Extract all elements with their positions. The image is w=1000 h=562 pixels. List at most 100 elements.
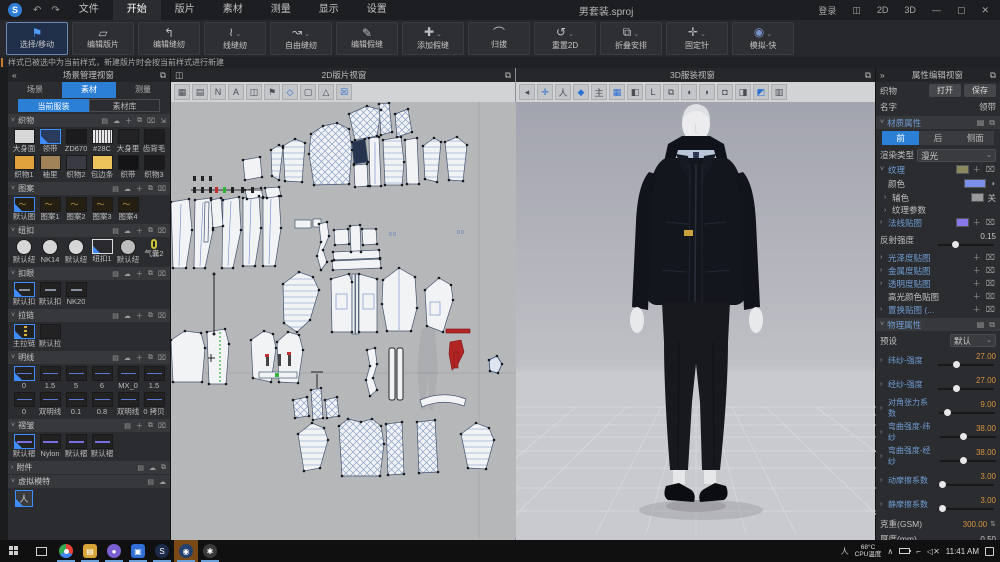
section-physical-props[interactable]: ˅ 物理属性 ▤ ⧉	[876, 318, 1000, 331]
fabric-item-selected[interactable]: 领带	[37, 129, 63, 153]
folder-icon[interactable]: ▤	[123, 422, 132, 430]
folder-icon[interactable]: ▤	[100, 117, 109, 125]
add-icon[interactable]: ＋	[972, 217, 982, 228]
undo-icon[interactable]: ↶	[28, 5, 46, 16]
trash-icon[interactable]: ⌧	[157, 270, 167, 278]
menu-measure[interactable]: 测量	[257, 0, 305, 20]
metal-map-row[interactable]: ›金属度贴图 ＋ ⌧	[876, 264, 1000, 277]
color-swatch[interactable]	[964, 179, 986, 188]
fabric-item[interactable]: 包边条	[89, 155, 115, 179]
folder-icon[interactable]: ▤	[111, 354, 120, 362]
trash-icon[interactable]: ⌧	[157, 422, 167, 430]
taskbar-app-explorer[interactable]: ▤	[78, 540, 102, 562]
section-buttonhole[interactable]: ˅ 扣眼 ▤ ☁ ＋ ⧉ ⌧	[8, 267, 170, 280]
copy-icon[interactable]: ⧉	[160, 464, 167, 472]
add-icon[interactable]: ＋	[972, 304, 982, 315]
topstitch-item[interactable]: 6	[89, 366, 115, 390]
minimize-button[interactable]: —	[925, 5, 948, 15]
pattern-item-selected[interactable]: 默认图	[11, 197, 37, 221]
topstitch-item[interactable]: 0.8	[89, 392, 115, 416]
close-button[interactable]: ✕	[974, 5, 996, 16]
tool-edit-sewing[interactable]: ↰ 编辑缝纫	[138, 22, 200, 55]
add-icon[interactable]: ＋	[135, 226, 144, 236]
copy-icon[interactable]: ⧉	[147, 270, 154, 278]
button-item[interactable]: 气囊2	[141, 239, 167, 264]
mesh-cube-icon[interactable]: ▦	[609, 84, 625, 100]
cloud-icon[interactable]: ☁	[123, 185, 132, 193]
pleat-item-selected[interactable]: 默认褶	[11, 434, 37, 458]
cloud-icon[interactable]: ☁	[123, 227, 132, 235]
collapse-icon[interactable]: ◂	[519, 84, 535, 100]
add-icon[interactable]: ＋	[135, 311, 144, 321]
topstitch-item[interactable]: 0	[11, 392, 37, 416]
folder-icon[interactable]: ▤	[976, 118, 986, 127]
buttonhole-item[interactable]: NK20	[63, 282, 89, 306]
preset-select[interactable]: 默认⌄	[950, 334, 996, 347]
tab-material[interactable]: 素材	[62, 82, 116, 98]
garment-icon[interactable]: ◇	[282, 84, 298, 100]
flag-icon[interactable]: ⚑	[264, 84, 280, 100]
taskbar-app-blue[interactable]: ▣	[126, 540, 150, 562]
shoe-1-icon[interactable]: ◖	[681, 84, 697, 100]
pattern-2d-canvas[interactable]: 0 00 0	[171, 102, 515, 540]
cloud-icon[interactable]: ☁	[148, 464, 157, 472]
pattern-item[interactable]: 图案1	[37, 197, 63, 221]
taskbar-app-active[interactable]: ◉	[174, 540, 198, 562]
folder-icon[interactable]: ▤	[136, 464, 145, 472]
trash-icon[interactable]: ⌧	[985, 305, 996, 314]
buttonhole-item[interactable]: 默认扣	[37, 282, 63, 306]
name-value[interactable]: 领带	[979, 101, 996, 113]
tool-add-baste[interactable]: ✚⌄ 添加假缝	[402, 22, 464, 55]
stack-icon[interactable]: ⧉	[663, 84, 679, 100]
network-icon[interactable]: ⌐	[916, 547, 921, 556]
add-icon[interactable]: ＋	[124, 116, 133, 126]
slider-track[interactable]	[940, 460, 996, 462]
expand-icon[interactable]: ⇲	[159, 117, 167, 125]
slider-track[interactable]	[938, 508, 994, 510]
panel-corner-icon[interactable]: ◫	[175, 70, 183, 81]
tool-edit-pattern[interactable]: ▱ 编辑版片	[72, 22, 134, 55]
tray-chevron-icon[interactable]: ∧	[887, 547, 893, 556]
button-item[interactable]: 默认纽	[115, 239, 141, 264]
topstitch-item[interactable]: 0.1	[63, 392, 89, 416]
button-item[interactable]: 默认纽	[11, 239, 37, 264]
maximize-button[interactable]: ▢	[950, 5, 973, 16]
button-item[interactable]: NK14	[37, 239, 63, 264]
sheet-icon[interactable]: △	[318, 84, 334, 100]
taskbar-app-settings[interactable]: ✱	[198, 540, 222, 562]
add-icon[interactable]: ＋	[135, 269, 144, 279]
folder-icon[interactable]: ▤	[111, 312, 120, 320]
pleat-item[interactable]: 默认褶	[63, 434, 89, 458]
add-icon[interactable]: ＋	[972, 278, 982, 289]
fit-icon[interactable]: ▥	[771, 84, 787, 100]
menu-file[interactable]: 文件	[65, 0, 113, 20]
slider-track[interactable]	[938, 388, 994, 390]
topstitch-item[interactable]: 双明线	[37, 392, 63, 416]
copy-icon[interactable]: ⧉	[147, 312, 154, 320]
popout-icon[interactable]: ⧉	[865, 70, 871, 81]
section-material-props[interactable]: ˅ 材质属性 ▤ ⧉	[876, 116, 1000, 129]
trash-icon[interactable]: ⌧	[985, 253, 996, 262]
open-button[interactable]: 打开	[929, 84, 961, 97]
rect-icon[interactable]: ◫	[246, 84, 262, 100]
view-2d-toggle[interactable]: 2D	[870, 5, 896, 15]
fabric-item[interactable]: 大身面	[11, 129, 37, 153]
trash-icon[interactable]: ⌧	[146, 117, 156, 125]
copy-icon[interactable]: ⧉	[147, 422, 154, 430]
fabric-item[interactable]: #28C	[89, 129, 115, 153]
topstitch-item[interactable]: 1.5	[141, 366, 167, 390]
section-topstitch[interactable]: ˅ 明线 ▤ ☁ ＋ ⧉ ⌧	[8, 351, 170, 364]
trash-icon[interactable]: ⌧	[985, 165, 996, 174]
tool-segment-sewing[interactable]: ≀⌄ 线缝纫	[204, 22, 266, 55]
battery-icon[interactable]	[899, 548, 910, 554]
add-icon[interactable]: ＋	[972, 291, 982, 302]
button-item[interactable]: 默认纽	[63, 239, 89, 264]
copy-icon[interactable]: ⧉	[147, 227, 154, 235]
copy-icon[interactable]: ⧉	[136, 117, 143, 125]
tab-front[interactable]: 前	[882, 131, 919, 145]
garment-a-icon[interactable]: ◧	[627, 84, 643, 100]
section-attachment[interactable]: › 附件 ▤ ☁ ⧉	[8, 461, 170, 474]
shoe-3-icon[interactable]: ◘	[717, 84, 733, 100]
cpu-temp-widget[interactable]: 68°CCPU温度	[855, 544, 882, 558]
popout-icon[interactable]: ⧉	[505, 70, 511, 81]
